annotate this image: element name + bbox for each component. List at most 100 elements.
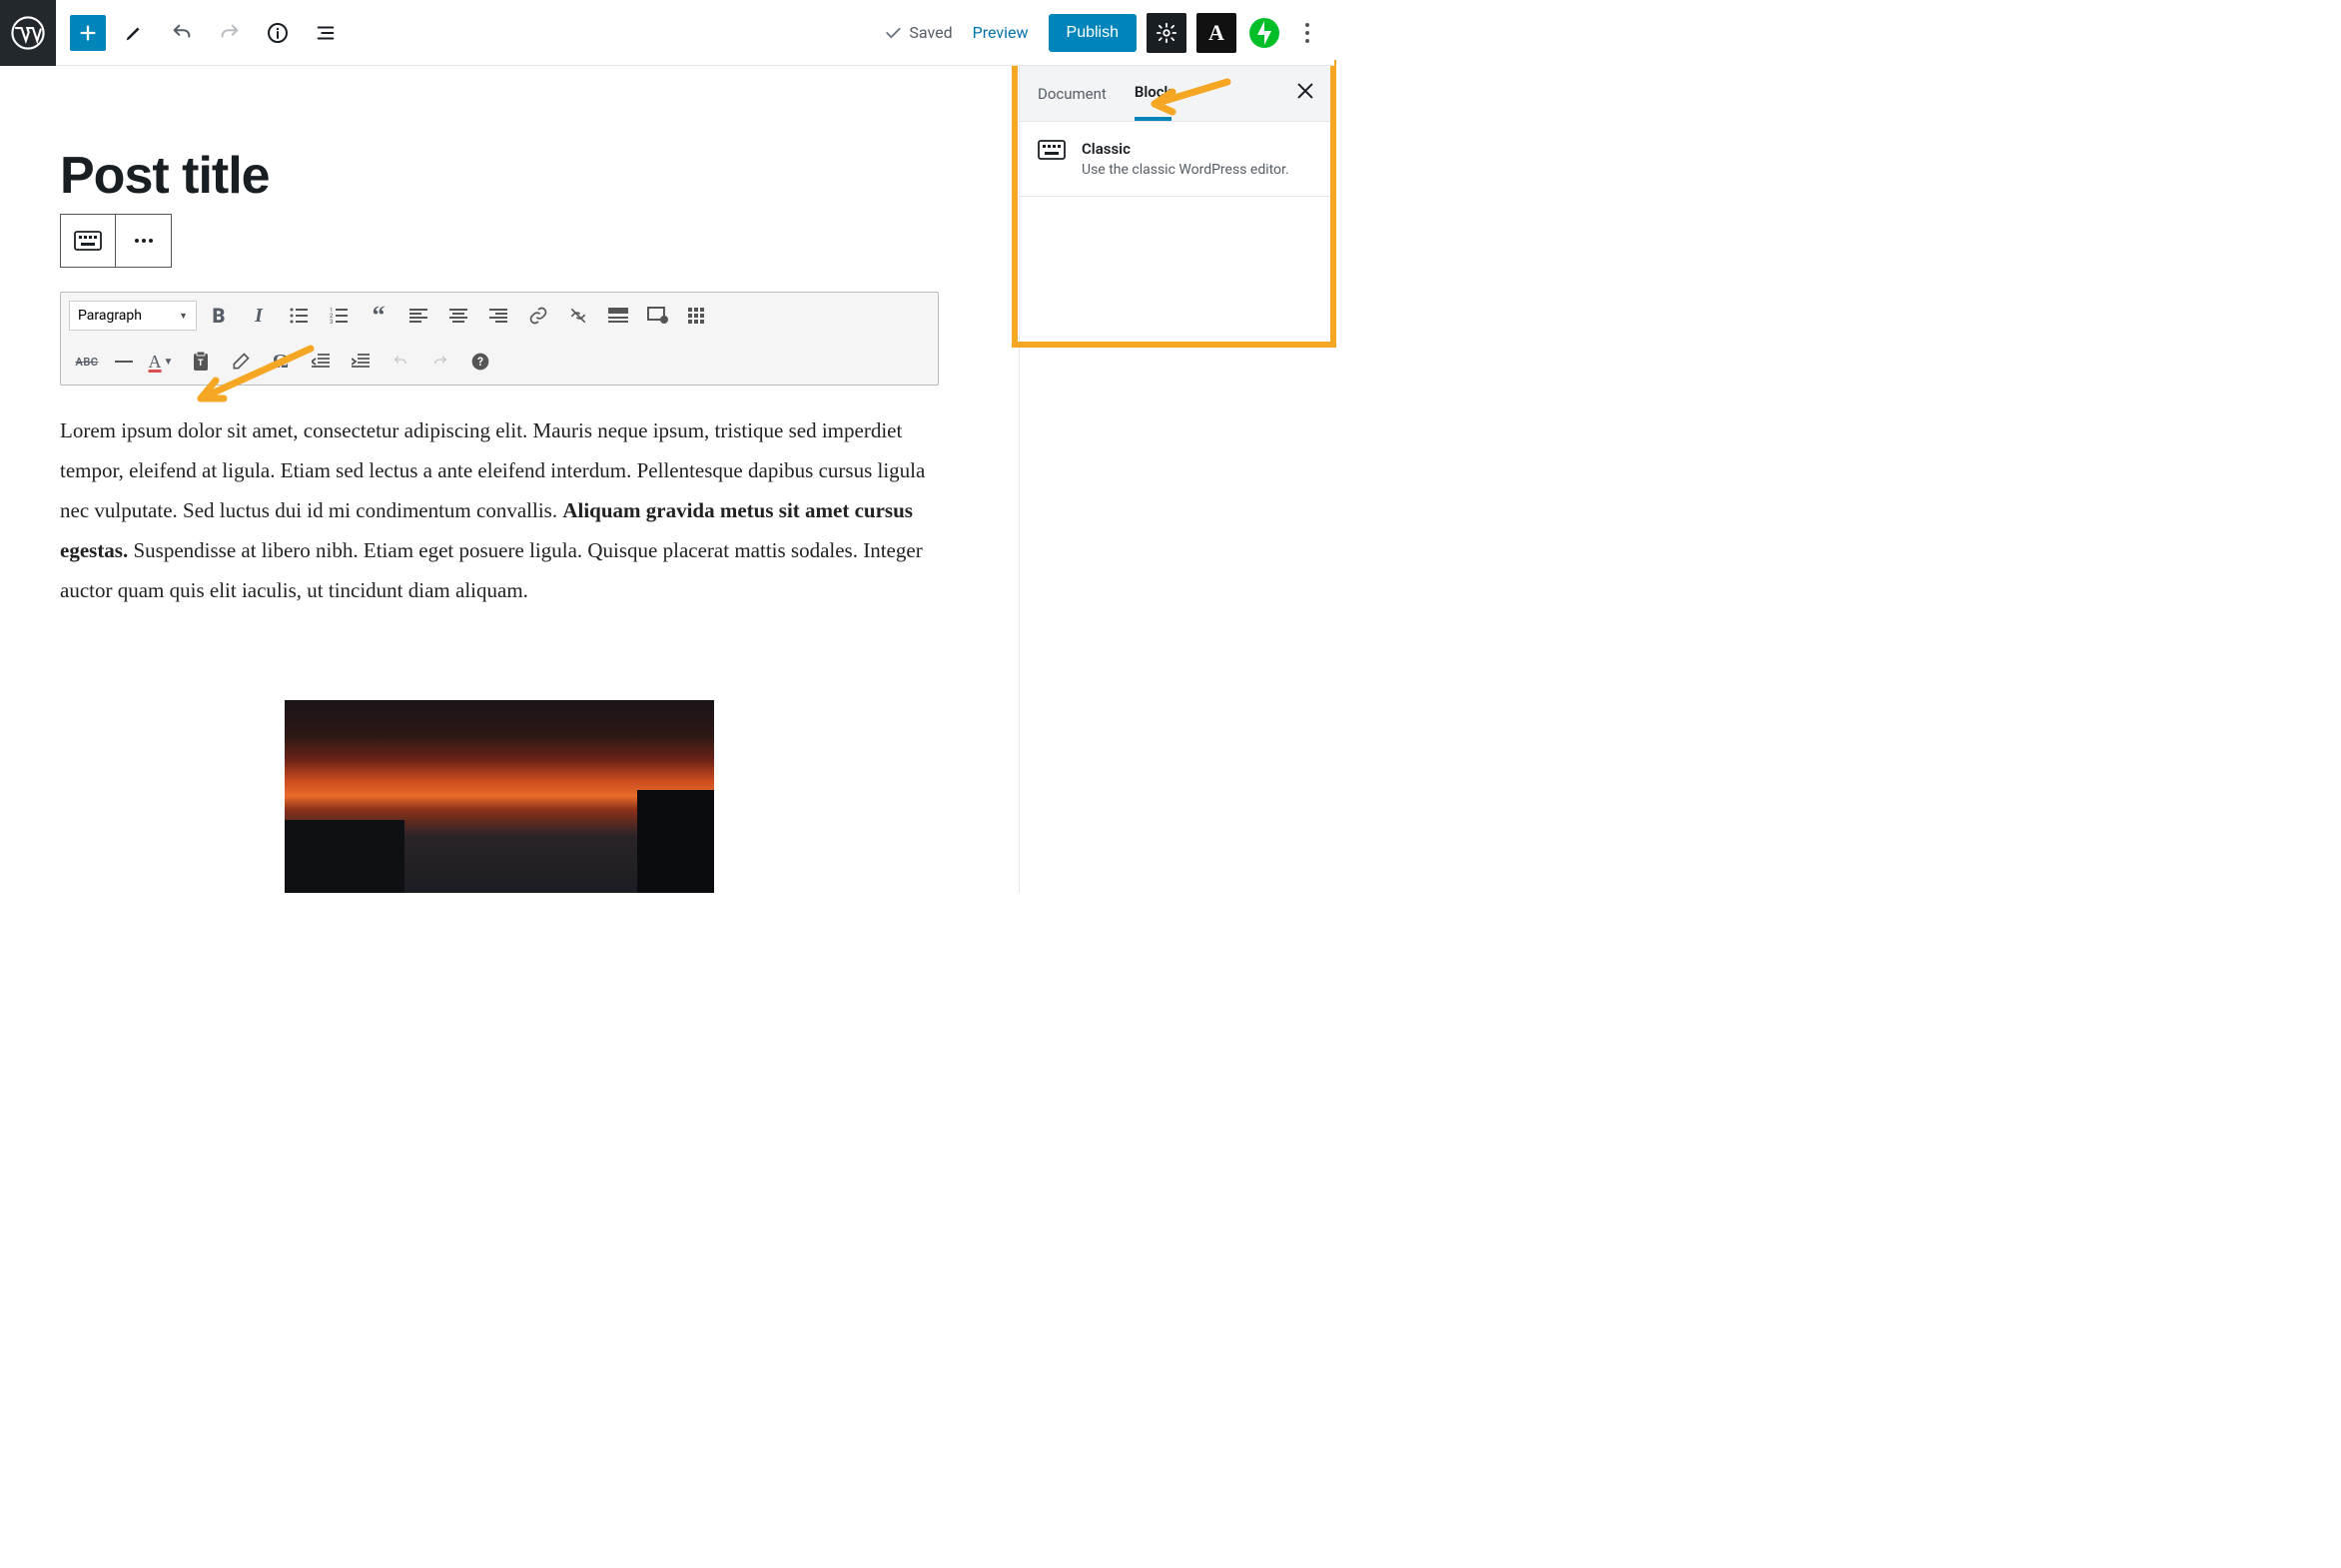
svg-text:T: T — [198, 359, 204, 369]
check-icon — [883, 23, 903, 43]
close-sidebar-button[interactable] — [1294, 79, 1316, 109]
unlink-button[interactable] — [560, 299, 596, 333]
eraser-icon — [231, 352, 251, 372]
block-info-text: Classic Use the classic WordPress editor… — [1082, 140, 1289, 178]
info-button[interactable] — [258, 13, 298, 53]
align-left-button[interactable] — [400, 299, 436, 333]
edit-mode-button[interactable] — [114, 13, 154, 53]
info-icon — [266, 21, 290, 45]
help-button[interactable]: ? — [462, 345, 498, 379]
classic-toolbar-row2: ABC A▼ T Ω ? — [61, 339, 938, 385]
ol-icon: 123 — [330, 308, 348, 324]
save-status: Saved — [883, 23, 952, 43]
undo2-button[interactable] — [383, 345, 418, 379]
quote-button[interactable]: “ — [361, 299, 396, 333]
sidebar-tabs: Document Block — [1020, 66, 1334, 122]
redo2-button[interactable] — [422, 345, 458, 379]
undo-button[interactable] — [162, 13, 202, 53]
classic-editor-toolbar: Paragraph B I 123 “ ABC A▼ T — [60, 292, 939, 386]
top-toolbar: Saved Preview Publish A — [0, 0, 1334, 66]
help-icon: ? — [470, 352, 490, 372]
readmore-icon — [608, 308, 628, 324]
unlink-icon — [568, 306, 588, 326]
redo-button[interactable] — [210, 13, 250, 53]
block-toolbar — [60, 214, 172, 268]
tab-document[interactable]: Document — [1038, 69, 1107, 119]
post-title[interactable]: Post title — [60, 146, 1019, 206]
list-outline-icon — [315, 22, 337, 44]
content-post: Suspendisse at libero nibh. Etiam eget p… — [60, 538, 923, 602]
keyboard-icon — [74, 231, 102, 251]
settings-button[interactable] — [1147, 13, 1186, 53]
outline-button[interactable] — [306, 13, 346, 53]
jetpack-icon — [1248, 17, 1280, 49]
numbered-list-button[interactable]: 123 — [321, 299, 357, 333]
redo-icon — [219, 22, 241, 44]
post-content[interactable]: Lorem ipsum dolor sit amet, consectetur … — [60, 411, 939, 610]
kitchen-sink-icon — [688, 308, 708, 324]
close-icon — [1294, 80, 1316, 102]
block-info-panel: Classic Use the classic WordPress editor… — [1020, 122, 1334, 197]
strike-label: ABC — [75, 356, 98, 369]
plus-icon — [77, 22, 99, 44]
keyboard-icon — [1038, 140, 1066, 160]
publish-button[interactable]: Publish — [1049, 14, 1137, 52]
gear-icon — [1156, 22, 1177, 44]
undo-icon — [171, 22, 193, 44]
toolbar-toggle-button[interactable] — [680, 299, 716, 333]
svg-text:?: ? — [477, 355, 483, 369]
insert-media-button[interactable] — [640, 299, 676, 333]
wordpress-logo[interactable] — [0, 0, 56, 66]
classic-toolbar-row1: Paragraph B I 123 “ — [61, 293, 938, 339]
toolbar-left — [56, 13, 346, 53]
indent-button[interactable] — [343, 345, 379, 379]
clear-format-button[interactable] — [223, 345, 259, 379]
bullet-list-button[interactable] — [281, 299, 317, 333]
undo2-icon — [390, 354, 410, 370]
italic-button[interactable]: I — [241, 299, 277, 333]
align-right-button[interactable] — [480, 299, 516, 333]
align-center-icon — [449, 309, 467, 323]
align-center-button[interactable] — [440, 299, 476, 333]
preview-button[interactable]: Preview — [963, 15, 1039, 50]
insert-more-button[interactable] — [600, 299, 636, 333]
content-image[interactable] — [285, 700, 714, 893]
paragraph-select[interactable]: Paragraph — [69, 301, 197, 331]
block-title: Classic — [1082, 140, 1289, 158]
amp-button[interactable]: A — [1196, 13, 1236, 53]
toolbar-right: Saved Preview Publish A — [883, 13, 1334, 53]
main-area: Post title Paragraph B I 123 “ — [0, 66, 1334, 893]
strikethrough-button[interactable]: ABC — [69, 345, 105, 379]
content-image-wrap — [60, 700, 939, 893]
special-char-button[interactable]: Ω — [263, 345, 299, 379]
kebab-icon — [1304, 22, 1310, 44]
more-menu-button[interactable] — [1292, 13, 1322, 53]
redo2-icon — [430, 354, 450, 370]
paste-text-button[interactable]: T — [183, 345, 219, 379]
indent-icon — [352, 354, 370, 370]
pencil-icon — [123, 22, 145, 44]
ul-icon — [290, 308, 308, 324]
link-icon — [528, 306, 548, 326]
outdent-button[interactable] — [303, 345, 339, 379]
bold-button[interactable]: B — [201, 299, 237, 333]
editor-canvas: Post title Paragraph B I 123 “ — [0, 66, 1019, 893]
classic-block-icon-button[interactable] — [61, 215, 116, 267]
jetpack-button[interactable] — [1246, 15, 1282, 51]
link-button[interactable] — [520, 299, 556, 333]
saved-label: Saved — [909, 23, 952, 42]
hr-button[interactable] — [109, 345, 139, 379]
outdent-icon — [312, 354, 330, 370]
text-color-button[interactable]: A▼ — [143, 345, 179, 379]
block-info-icon — [1038, 140, 1066, 178]
ellipsis-icon — [134, 238, 154, 244]
svg-text:3: 3 — [330, 319, 333, 324]
tab-block[interactable]: Block — [1135, 67, 1172, 121]
wordpress-icon — [11, 16, 45, 50]
block-more-button[interactable] — [116, 215, 171, 267]
paragraph-select-label: Paragraph — [78, 308, 142, 324]
add-block-button[interactable] — [70, 15, 106, 51]
settings-sidebar: Document Block Classic Use the classic W… — [1019, 66, 1334, 893]
clipboard-icon: T — [192, 352, 210, 372]
block-description: Use the classic WordPress editor. — [1082, 162, 1289, 178]
